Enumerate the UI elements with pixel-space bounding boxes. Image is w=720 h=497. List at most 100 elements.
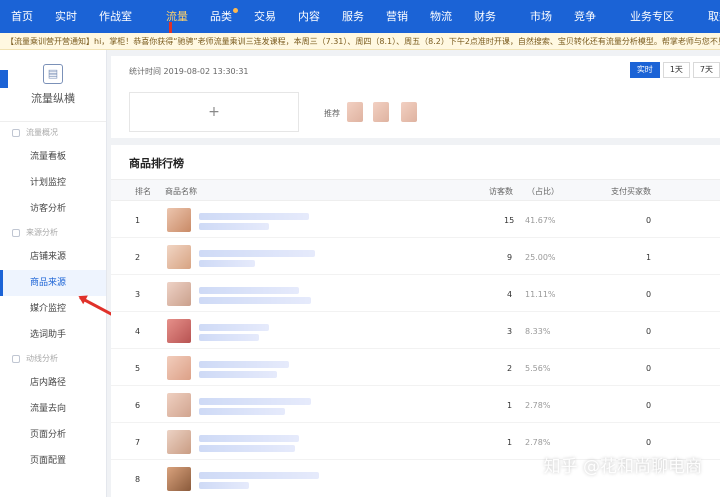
nav-finance[interactable]: 财务 — [463, 0, 507, 33]
product-name-redacted — [199, 250, 315, 257]
notice-text: 【流量乘训营开营通知】hi，掌柜！恭喜你获得“驰骋”老师流量乘训三连发课程，本周… — [6, 37, 720, 46]
visitors: 9 — [507, 253, 513, 262]
nav-realtime[interactable]: 实时 — [44, 0, 88, 33]
product-name-redacted — [199, 361, 289, 368]
header-visitors[interactable]: 访客数 — [489, 186, 513, 197]
nav-market[interactable]: 市场 — [519, 0, 563, 33]
visitors: 1 — [507, 438, 513, 447]
header-rank: 排名 — [135, 187, 151, 196]
table-row[interactable]: 2 9 25.00% 1 — [111, 239, 720, 275]
sidebar-item-traffic-board[interactable]: 流量看板 — [0, 144, 106, 170]
sidebar-item-keyword-helper[interactable]: 选词助手 — [0, 322, 106, 348]
buyers: 0 — [646, 364, 652, 373]
watermark: 知乎 @花和尚聊电商 — [543, 457, 702, 477]
table-row[interactable]: 3 4 11.11% 0 — [111, 276, 720, 312]
product-thumb[interactable] — [167, 430, 191, 454]
sidebar-item-traffic-destination[interactable]: 流量去向 — [0, 396, 106, 422]
sidebar-item-shop-source[interactable]: 店铺来源 — [0, 244, 106, 270]
sidebar-item-product-source[interactable]: 商品来源 — [0, 270, 106, 296]
group-label: 流量概况 — [26, 128, 58, 137]
ratio: 41.67% — [525, 216, 556, 225]
product-name-redacted — [199, 472, 319, 479]
nav-get-data[interactable]: 取数 — [697, 0, 720, 33]
table-row[interactable]: 6 1 2.78% 0 — [111, 387, 720, 423]
visitors: 2 — [507, 364, 513, 373]
rank-no: 2 — [135, 253, 141, 262]
product-thumb[interactable] — [167, 356, 191, 380]
nav-war-room[interactable]: 作战室 — [88, 0, 143, 33]
table-row[interactable]: 4 3 8.33% 0 — [111, 313, 720, 349]
ratio: 25.00% — [525, 253, 556, 262]
overview-icon — [12, 129, 20, 137]
sidebar-item-page-config[interactable]: 页面配置 — [0, 448, 106, 474]
sidebar-title: 流量纵横 — [31, 92, 75, 105]
product-thumb[interactable] — [167, 393, 191, 417]
nav-service[interactable]: 服务 — [331, 0, 375, 33]
visitors: 4 — [507, 290, 513, 299]
nav-traffic[interactable]: 流量 — [155, 0, 199, 40]
time-range-switch: 实时 1天 7天 — [627, 62, 720, 78]
rank-no: 5 — [135, 364, 141, 373]
header-name: 商品名称 — [165, 187, 197, 196]
sidebar-item-plan-monitor[interactable]: 计划监控 — [0, 170, 106, 196]
header-buyers[interactable]: 支付买家数 — [611, 186, 651, 197]
sidebar-item-visitor-analysis[interactable]: 访客分析 — [0, 196, 106, 222]
product-thumb[interactable] — [167, 282, 191, 306]
rank-no: 7 — [135, 438, 141, 447]
notice-bar[interactable]: 【流量乘训营开营通知】hi，掌柜！恭喜你获得“驰骋”老师流量乘训三连发课程，本周… — [0, 33, 720, 50]
sidebar: ▤ 流量纵横 流量概况 流量看板 计划监控 访客分析 来源分析 店铺来源 商品来… — [0, 50, 107, 497]
time-btn-realtime[interactable]: 实时 — [629, 62, 660, 78]
product-name-redacted — [199, 408, 285, 415]
product-name-redacted — [199, 435, 299, 442]
visitors: 1 — [507, 401, 513, 410]
buyers: 0 — [646, 216, 652, 225]
recommended-product-thumb[interactable] — [347, 102, 363, 122]
nav-category-label: 品类 — [210, 10, 232, 23]
nav-business-zone[interactable]: 业务专区 — [619, 0, 685, 33]
product-name-redacted — [199, 398, 311, 405]
product-name-redacted — [199, 223, 269, 230]
time-btn-1day[interactable]: 1天 — [662, 62, 690, 78]
product-name-redacted — [199, 482, 249, 489]
path-icon — [12, 355, 20, 363]
nav-category[interactable]: 品类 — [199, 0, 243, 33]
nav-marketing[interactable]: 营销 — [375, 0, 419, 33]
nav-logistics[interactable]: 物流 — [419, 0, 463, 33]
sidebar-item-page-analysis[interactable]: 页面分析 — [0, 422, 106, 448]
top-card: 统计时间 2019-08-02 13:30:31 实时 1天 7天 + 推荐 — [111, 56, 720, 138]
nav-home[interactable]: 首页 — [0, 0, 44, 33]
nav-content[interactable]: 内容 — [287, 0, 331, 33]
nav-competition[interactable]: 竞争 — [563, 0, 607, 33]
chart-icon: ▤ — [43, 64, 63, 84]
ratio: 2.78% — [525, 401, 551, 410]
ratio: 5.56% — [525, 364, 551, 373]
add-product-button[interactable]: + — [129, 92, 299, 132]
table-row[interactable]: 5 2 5.56% 0 — [111, 350, 720, 386]
rank-no: 4 — [135, 327, 141, 336]
rank-no: 1 — [135, 216, 141, 225]
table-row[interactable]: 1 15 41.67% 0 — [111, 202, 720, 238]
time-btn-7day[interactable]: 7天 — [692, 62, 720, 78]
header-ratio: （占比） — [527, 187, 559, 196]
nav-trade[interactable]: 交易 — [243, 0, 287, 33]
sidebar-group-source: 来源分析 — [0, 222, 106, 244]
product-name-redacted — [199, 260, 255, 267]
product-name-redacted — [199, 324, 269, 331]
product-thumb[interactable] — [167, 319, 191, 343]
new-dot-badge — [233, 8, 238, 13]
source-icon — [12, 229, 20, 237]
recommend-label: 推荐 — [324, 109, 340, 118]
buyers: 0 — [646, 290, 652, 299]
product-thumb[interactable] — [167, 467, 191, 491]
recommended-product-thumb[interactable] — [373, 102, 389, 122]
side-tab-handle[interactable] — [0, 70, 8, 88]
sidebar-item-media-monitor[interactable]: 媒介监控 — [0, 296, 106, 322]
rank-title: 商品排行榜 — [129, 157, 184, 170]
product-thumb[interactable] — [167, 208, 191, 232]
sidebar-item-store-path[interactable]: 店内路径 — [0, 370, 106, 396]
sidebar-group-path: 动线分析 — [0, 348, 106, 370]
rank-no: 8 — [135, 475, 141, 484]
recommended-product-thumb[interactable] — [401, 102, 417, 122]
product-thumb[interactable] — [167, 245, 191, 269]
ratio: 11.11% — [525, 290, 556, 299]
